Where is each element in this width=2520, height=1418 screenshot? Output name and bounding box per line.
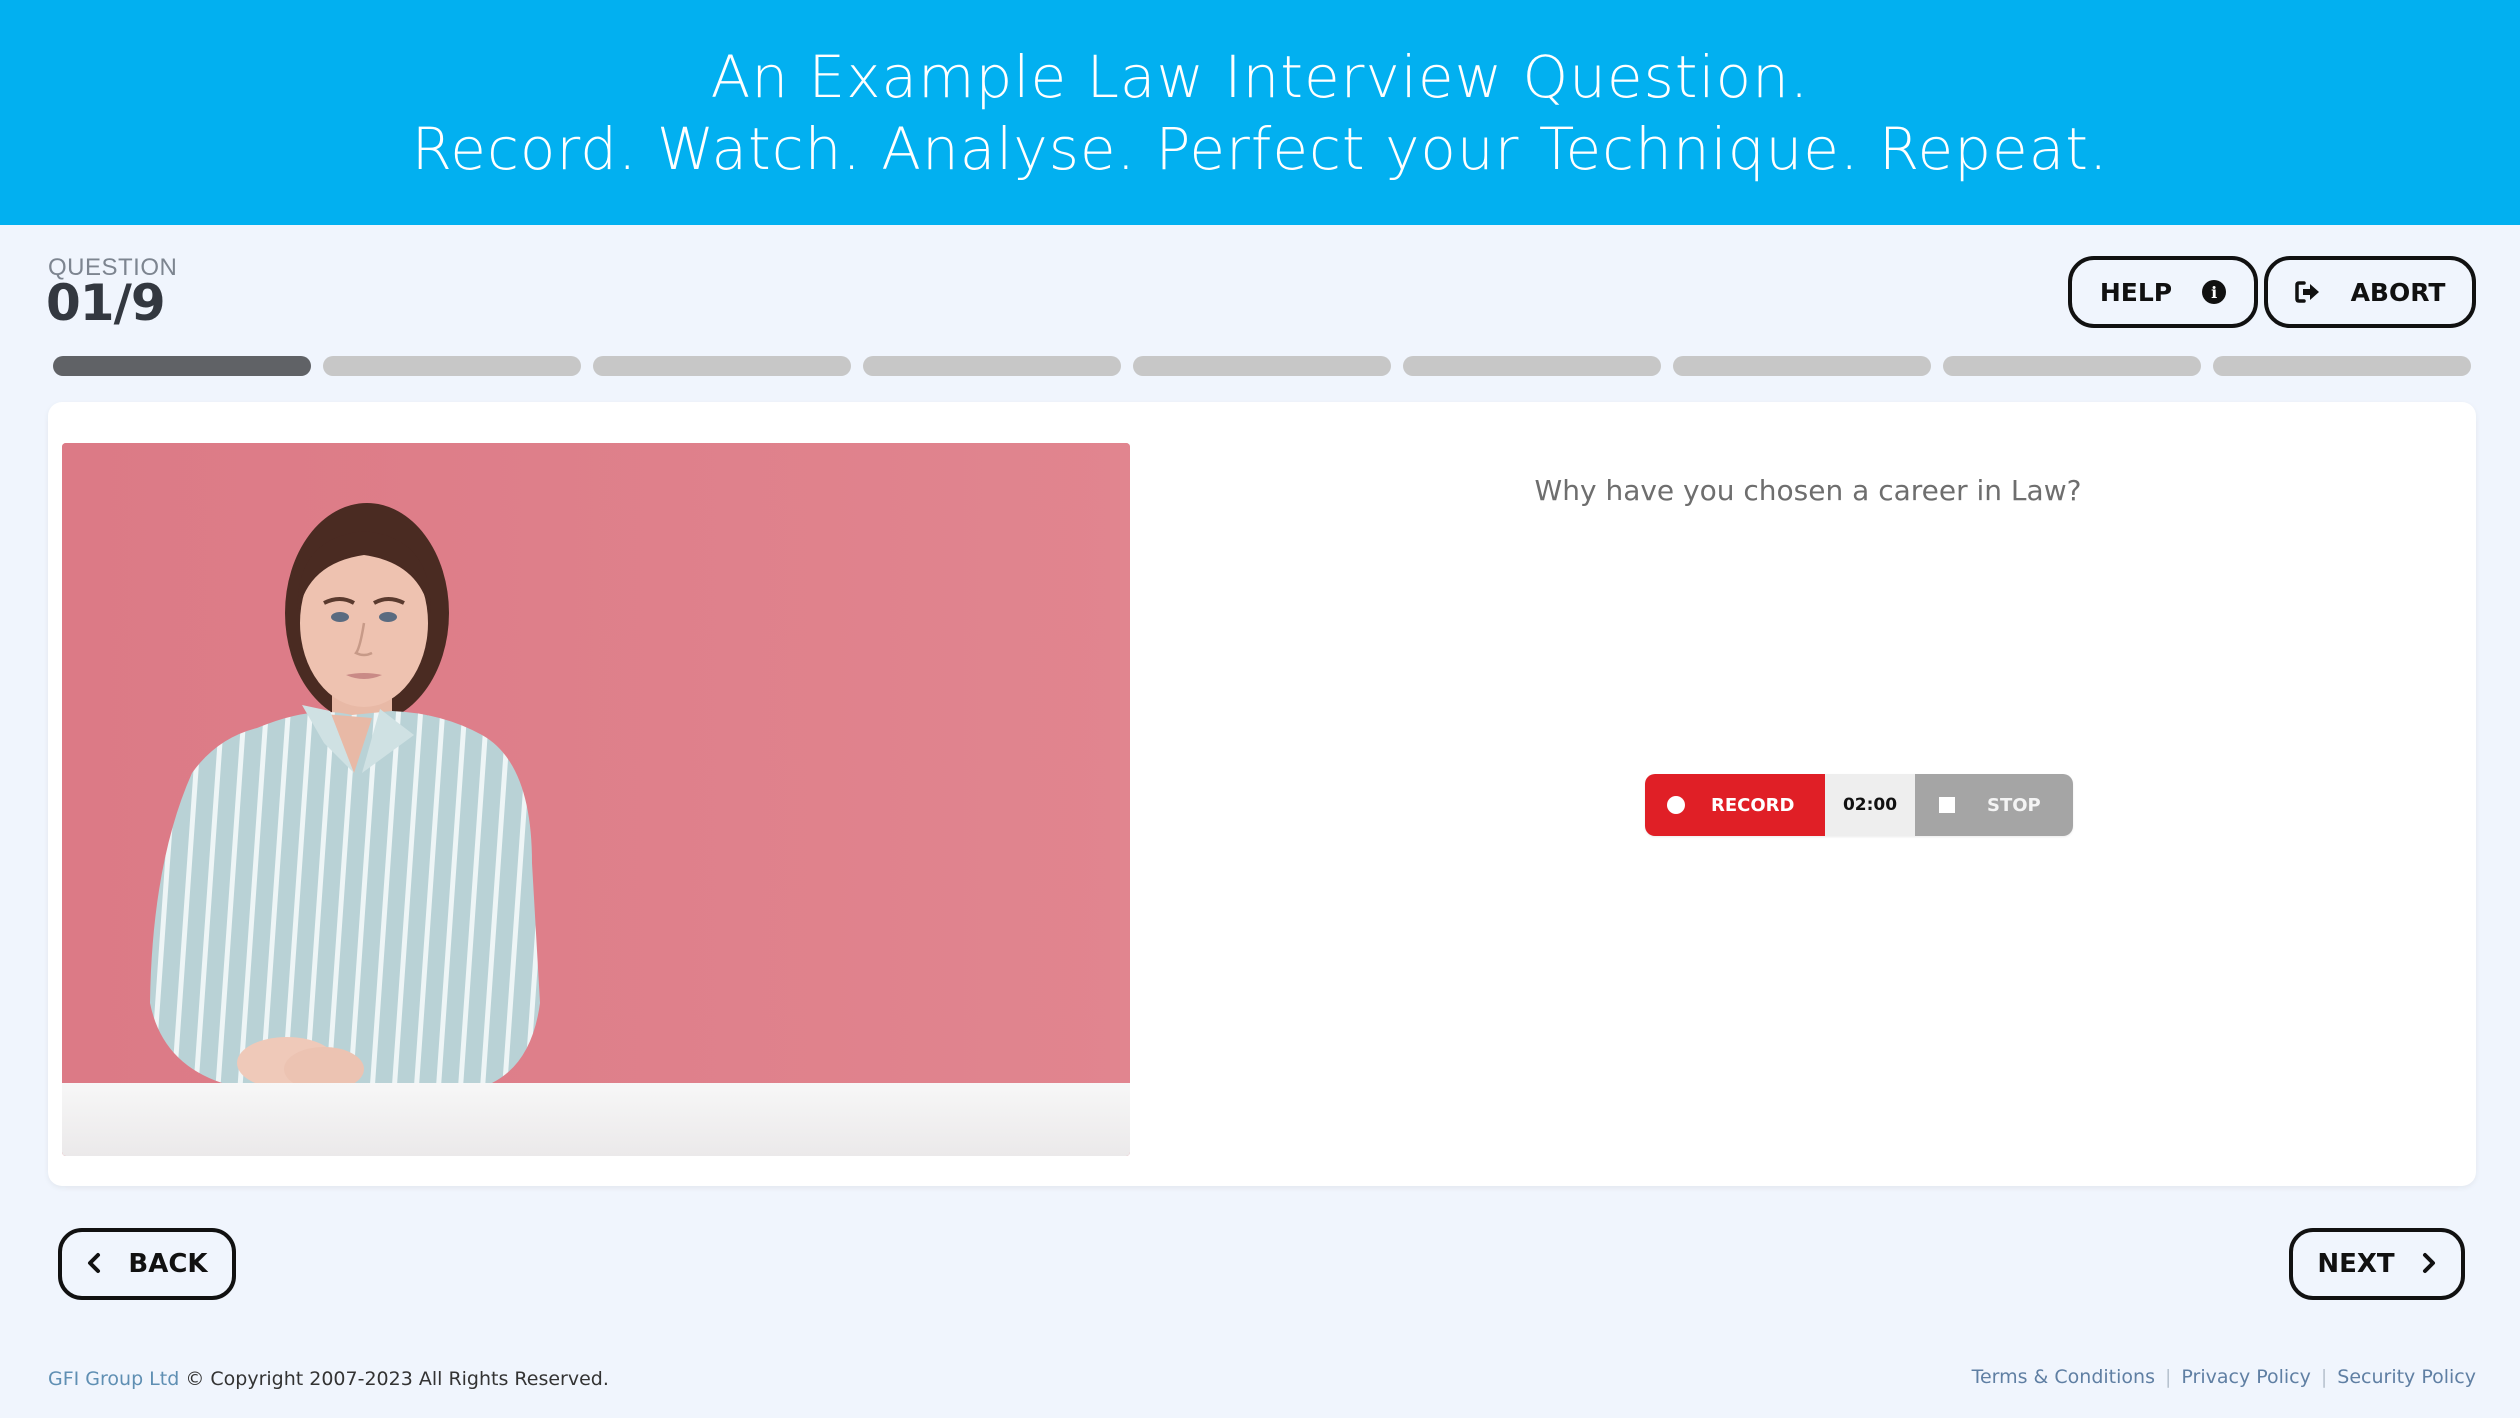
progress-segment: [323, 356, 581, 376]
progress-segment: [593, 356, 851, 376]
security-link[interactable]: Security Policy: [2337, 1366, 2476, 1388]
privacy-link[interactable]: Privacy Policy: [2181, 1366, 2310, 1388]
back-label: BACK: [128, 1249, 208, 1279]
record-dot-icon: [1667, 796, 1685, 814]
progress-segment: [1403, 356, 1661, 376]
interviewer-video: [62, 443, 1130, 1156]
next-button[interactable]: NEXT: [2289, 1228, 2465, 1300]
stop-square-icon: [1939, 797, 1955, 813]
record-button[interactable]: RECORD: [1645, 774, 1825, 836]
question-progress-bar: [53, 356, 2471, 376]
chevron-right-icon: [2421, 1248, 2437, 1281]
next-label: NEXT: [2317, 1249, 2395, 1279]
progress-segment: [2213, 356, 2471, 376]
banner-title: An Example Law Interview Question.: [710, 42, 1810, 111]
back-button[interactable]: BACK: [58, 1228, 236, 1300]
question-text: Why have you chosen a career in Law?: [1534, 474, 2082, 507]
footer-copyright: GFI Group Ltd © Copyright 2007-2023 All …: [48, 1368, 609, 1390]
recorder-control: RECORD 02:00 STOP: [1645, 774, 2073, 836]
abort-button-label: ABORT: [2350, 277, 2446, 307]
hero-banner: An Example Law Interview Question. Recor…: [0, 0, 2520, 225]
help-button[interactable]: HELP i: [2068, 256, 2258, 328]
progress-segment: [1673, 356, 1931, 376]
sign-out-icon: [2294, 280, 2321, 304]
record-timer: 02:00: [1825, 774, 1915, 836]
banner-tagline: Record. Watch. Analyse. Perfect your Tec…: [411, 114, 2109, 183]
question-number: 01/9: [46, 274, 166, 332]
interviewer-image: [62, 443, 1130, 1156]
brand-link[interactable]: GFI Group Ltd: [48, 1368, 179, 1390]
abort-button[interactable]: ABORT: [2264, 256, 2476, 328]
footer-links: Terms & Conditions | Privacy Policy | Se…: [1972, 1366, 2476, 1388]
footer-separator: |: [2320, 1366, 2328, 1388]
chevron-left-icon: [86, 1248, 102, 1281]
progress-segment: [53, 356, 311, 376]
progress-segment: [1943, 356, 2201, 376]
info-circle-icon: i: [2202, 280, 2227, 304]
terms-link[interactable]: Terms & Conditions: [1972, 1366, 2155, 1388]
question-panel: Why have you chosen a career in Law? REC…: [48, 402, 2476, 1186]
progress-segment: [863, 356, 1121, 376]
record-label: RECORD: [1711, 794, 1795, 816]
stop-label: STOP: [1987, 794, 2041, 816]
footer-separator: |: [2164, 1366, 2172, 1388]
stop-button[interactable]: STOP: [1915, 774, 2073, 836]
progress-segment: [1133, 356, 1391, 376]
help-button-label: HELP: [2099, 277, 2173, 307]
copyright-text: © Copyright 2007-2023 All Rights Reserve…: [185, 1368, 609, 1390]
